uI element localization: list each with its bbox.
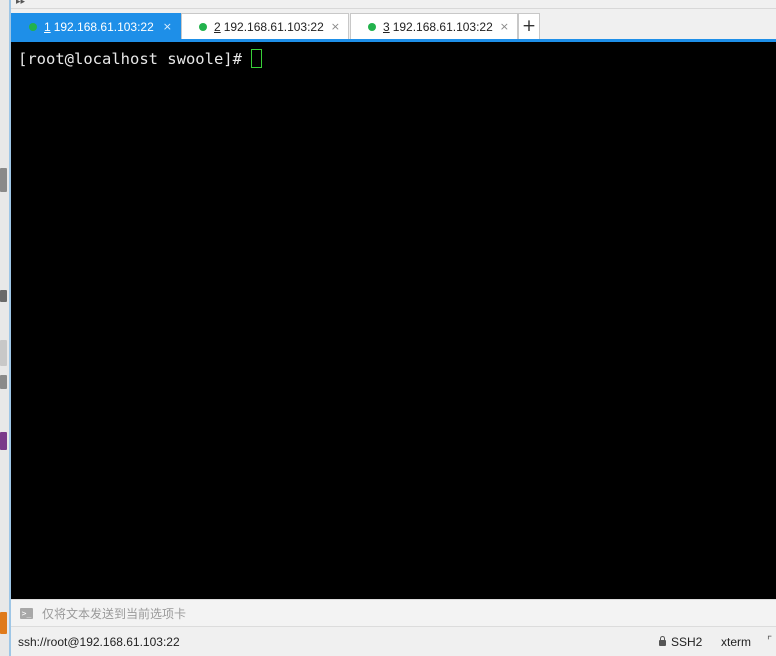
shell-prompt: [root@localhost swoole]# [18,49,242,68]
background-icon [0,612,7,634]
connection-address: ssh://root@192.168.61.103:22 [18,635,180,649]
close-icon[interactable]: × [331,20,340,33]
tab-number: 2 [214,19,221,34]
tab-session-1[interactable]: 1 192.168.61.103:22 × [11,13,181,39]
status-bar: ssh://root@192.168.61.103:22 SSH2 xterm … [11,627,776,656]
connected-status-icon [368,22,376,31]
tab-label: 192.168.61.103:22 [53,19,154,34]
tab-number: 3 [383,19,390,34]
background-icon [0,432,7,450]
close-icon[interactable]: × [500,20,509,33]
close-icon[interactable]: × [163,20,172,33]
protocol-label: SSH2 [671,635,703,649]
terminal-area[interactable]: [root@localhost swoole]# [11,42,776,599]
tab-session-2[interactable]: 2 192.168.61.103:22 × [181,13,349,39]
tab-bar: 1 192.168.61.103:22 × 2 192.168.61.103:2… [11,13,776,40]
background-window-edge [0,0,11,656]
new-tab-button[interactable]: + [518,13,540,39]
protocol-indicator: SSH2 [659,635,702,649]
background-icon [0,340,7,366]
terminal-cursor [250,49,262,68]
connected-status-icon [199,22,207,31]
toolbar-slice: ▸▸ [11,0,776,9]
compose-bar[interactable]: >_ 仅将文本发送到当前选项卡 [11,599,776,627]
compose-input[interactable]: 仅将文本发送到当前选项卡 [42,605,186,622]
terminal-type: xterm [721,635,751,649]
background-icon [0,290,7,302]
background-icon [0,168,7,192]
tab-label: 192.168.61.103:22 [223,19,324,34]
terminal-line: [root@localhost swoole]# [18,49,776,68]
terminal-prompt-icon: >_ [20,607,33,619]
resize-grip-icon[interactable]: ⌜ [767,634,772,647]
lock-icon [659,636,666,646]
tab-label: 192.168.61.103:22 [392,19,493,34]
tab-number: 1 [44,19,51,34]
tab-session-3[interactable]: 3 192.168.61.103:22 × [350,13,518,39]
connected-status-icon [29,22,37,31]
xshell-window: ▸▸ 1 192.168.61.103:22 × 2 192.168.61.10… [0,0,776,656]
background-icon [0,375,7,389]
toolbar-icon[interactable]: ▸▸ [16,0,25,7]
